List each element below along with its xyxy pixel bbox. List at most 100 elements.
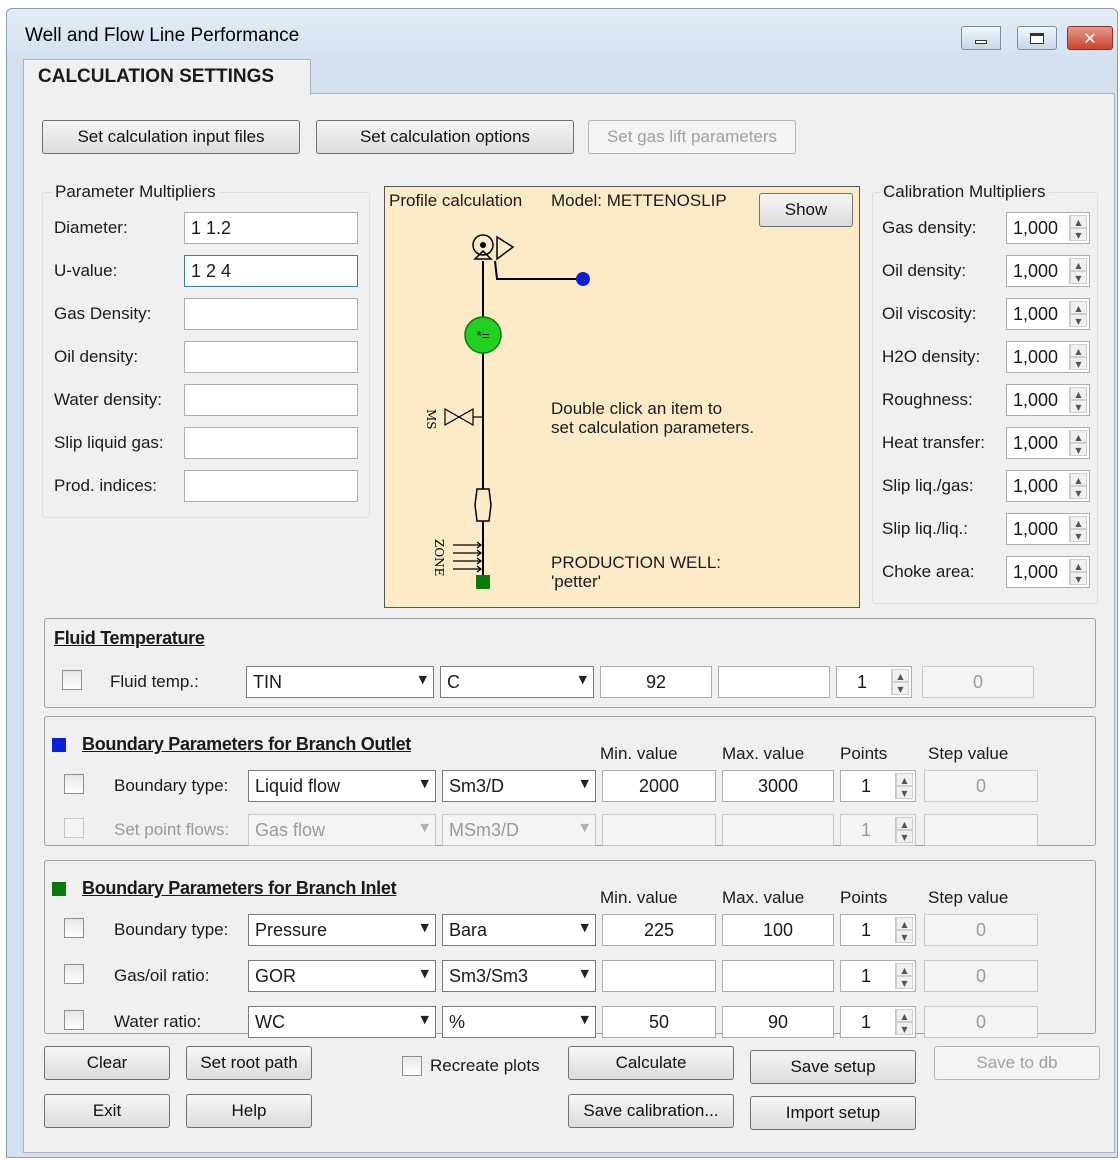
spinner-arrows-icon[interactable]: ▲ ▼: [1069, 473, 1087, 499]
recreate-plots-checkbox[interactable]: [402, 1056, 422, 1076]
profile-calculation-panel[interactable]: Profile calculation Model: METTENOSLIP S…: [384, 186, 860, 608]
help-button[interactable]: Help: [186, 1094, 312, 1128]
inlet-gor-max-input[interactable]: [722, 960, 834, 992]
inlet-water-min-input[interactable]: 50: [602, 1006, 716, 1038]
spinner-arrows-icon[interactable]: ▲ ▼: [1069, 430, 1087, 456]
spinner-arrows-icon[interactable]: ▲ ▼: [1069, 258, 1087, 284]
outlet-setpoint-step-input[interactable]: [924, 814, 1038, 846]
outlet-node-icon[interactable]: [576, 272, 590, 286]
maximize-button[interactable]: [1017, 26, 1057, 50]
outlet-boundary-unit-select[interactable]: Sm3/D ▼: [442, 770, 596, 802]
fluid-temp-value-input[interactable]: 92: [600, 666, 712, 698]
calib-slip-liq-gas-spinner[interactable]: 1,000 ▲ ▼: [1006, 470, 1090, 502]
calib-slip-liq-liq-label: Slip liq./liq.:: [882, 519, 968, 538]
outlet-setpoint-points-spinner[interactable]: 1 ▲ ▼: [840, 814, 916, 846]
spinner-arrows-icon[interactable]: ▲ ▼: [895, 963, 913, 989]
clear-button[interactable]: Clear: [44, 1046, 170, 1080]
inlet-gor-checkbox[interactable]: [64, 964, 84, 984]
inlet-water-max-input[interactable]: 90: [722, 1006, 834, 1038]
calculate-button[interactable]: Calculate: [568, 1046, 734, 1080]
outlet-boundary-checkbox[interactable]: [64, 774, 84, 794]
choke-icon[interactable]: [496, 235, 515, 261]
set-gas-lift-button[interactable]: Set gas lift parameters: [588, 120, 796, 154]
prod-indices-input[interactable]: [184, 470, 358, 502]
outlet-boundary-step-input[interactable]: 0: [924, 770, 1038, 802]
spinner-arrows-icon[interactable]: ▲ ▼: [895, 773, 913, 799]
spinner-arrows-icon[interactable]: ▲ ▼: [1069, 387, 1087, 413]
outlet-boundary-max-input[interactable]: 3000: [722, 770, 834, 802]
inlet-gor-type-select[interactable]: GOR ▼: [248, 960, 436, 992]
pump-icon[interactable]: [474, 488, 492, 522]
import-setup-button[interactable]: Import setup: [750, 1096, 916, 1130]
tab-calculation-settings[interactable]: CALCULATION SETTINGS: [23, 59, 311, 95]
outlet-setpoint-unit-select[interactable]: MSm3/D ▼: [442, 814, 596, 846]
inlet-node-icon[interactable]: [476, 575, 490, 589]
calib-roughness-spinner[interactable]: 1,000 ▲ ▼: [1006, 384, 1090, 416]
zone-perforations-icon[interactable]: [453, 541, 482, 573]
spinner-arrows-icon[interactable]: ▲ ▼: [1069, 344, 1087, 370]
outlet-setpoint-min-input[interactable]: [602, 814, 716, 846]
outlet-setpoint-type-select[interactable]: Gas flow ▼: [248, 814, 436, 846]
calib-slip-liq-liq-spinner[interactable]: 1,000 ▲ ▼: [1006, 513, 1090, 545]
save-calibration-button[interactable]: Save calibration...: [568, 1094, 734, 1128]
inlet-gor-unit-select[interactable]: Sm3/Sm3 ▼: [442, 960, 596, 992]
inlet-boundary-min-input[interactable]: 225: [602, 914, 716, 946]
inlet-boundary-step-input[interactable]: 0: [924, 914, 1038, 946]
water-density-input[interactable]: [184, 384, 358, 416]
inlet-water-checkbox[interactable]: [64, 1010, 84, 1030]
inlet-gor-points-spinner[interactable]: 1 ▲ ▼: [840, 960, 916, 992]
minimize-button[interactable]: [961, 26, 1001, 50]
gas-density-input[interactable]: [184, 298, 358, 330]
exit-button[interactable]: Exit: [44, 1094, 170, 1128]
fluid-temp-max-input[interactable]: [718, 666, 830, 698]
spinner-arrows-icon[interactable]: ▲ ▼: [895, 917, 913, 943]
inlet-water-points-spinner[interactable]: 1 ▲ ▼: [840, 1006, 916, 1038]
inlet-gor-step-input[interactable]: 0: [924, 960, 1038, 992]
spinner-arrows-icon[interactable]: ▲ ▼: [895, 817, 913, 843]
fluid-temp-step-input[interactable]: 0: [922, 666, 1034, 698]
spinner-arrows-icon[interactable]: ▲ ▼: [1069, 301, 1087, 327]
outlet-boundary-points-spinner[interactable]: 1 ▲ ▼: [840, 770, 916, 802]
save-setup-button[interactable]: Save setup: [750, 1050, 916, 1084]
oil-density-input[interactable]: [184, 341, 358, 373]
inlet-water-step-input[interactable]: 0: [924, 1006, 1038, 1038]
fluid-temp-checkbox[interactable]: [62, 670, 82, 690]
inlet-water-type-select[interactable]: WC ▼: [248, 1006, 436, 1038]
set-root-path-button[interactable]: Set root path: [186, 1046, 312, 1080]
inlet-water-unit-select[interactable]: % ▼: [442, 1006, 596, 1038]
save-to-db-button[interactable]: Save to db: [934, 1046, 1100, 1080]
spinner-arrows-icon[interactable]: ▲ ▼: [1069, 215, 1087, 241]
fluid-temp-points-spinner[interactable]: 1 ▲ ▼: [836, 666, 912, 698]
inlet-boundary-points-spinner[interactable]: 1 ▲ ▼: [840, 914, 916, 946]
wellhead-icon[interactable]: [472, 234, 494, 260]
calib-choke-area-spinner[interactable]: 1,000 ▲ ▼: [1006, 556, 1090, 588]
outlet-boundary-min-input[interactable]: 2000: [602, 770, 716, 802]
calib-heat-transfer-spinner[interactable]: 1,000 ▲ ▼: [1006, 427, 1090, 459]
inlet-boundary-max-input[interactable]: 100: [722, 914, 834, 946]
fluid-temp-unit-select[interactable]: C ▼: [440, 666, 594, 698]
outlet-setpoint-max-input[interactable]: [722, 814, 834, 846]
inlet-boundary-unit-select[interactable]: Bara ▼: [442, 914, 596, 946]
valve-icon[interactable]: [444, 407, 483, 427]
spinner-arrows-icon[interactable]: ▲ ▼: [1069, 516, 1087, 542]
set-input-files-button[interactable]: Set calculation input files: [42, 120, 300, 154]
calib-oil-density-spinner[interactable]: 1,000 ▲ ▼: [1006, 255, 1090, 287]
well-schematic[interactable]: *= MS ZONE: [385, 187, 861, 609]
calib-oil-viscosity-spinner[interactable]: 1,000 ▲ ▼: [1006, 298, 1090, 330]
inlet-gor-min-input[interactable]: [602, 960, 716, 992]
spinner-arrows-icon[interactable]: ▲ ▼: [891, 669, 909, 695]
spinner-arrows-icon[interactable]: ▲ ▼: [1069, 559, 1087, 585]
spinner-arrows-icon[interactable]: ▲ ▼: [895, 1009, 913, 1035]
inlet-boundary-checkbox[interactable]: [64, 918, 84, 938]
set-calc-options-button[interactable]: Set calculation options: [316, 120, 574, 154]
fluid-temp-type-select[interactable]: TIN ▼: [246, 666, 434, 698]
close-button[interactable]: ✕: [1067, 26, 1113, 50]
inlet-boundary-type-select[interactable]: Pressure ▼: [248, 914, 436, 946]
slip-liquid-gas-input[interactable]: [184, 427, 358, 459]
outlet-boundary-type-select[interactable]: Liquid flow ▼: [248, 770, 436, 802]
diameter-input[interactable]: 1 1.2: [184, 212, 358, 244]
outlet-setpoint-checkbox[interactable]: [64, 818, 84, 838]
calib-gas-density-spinner[interactable]: 1,000 ▲ ▼: [1006, 212, 1090, 244]
calib-h2o-density-spinner[interactable]: 1,000 ▲ ▼: [1006, 341, 1090, 373]
u-value-input[interactable]: 1 2 4: [184, 255, 358, 287]
